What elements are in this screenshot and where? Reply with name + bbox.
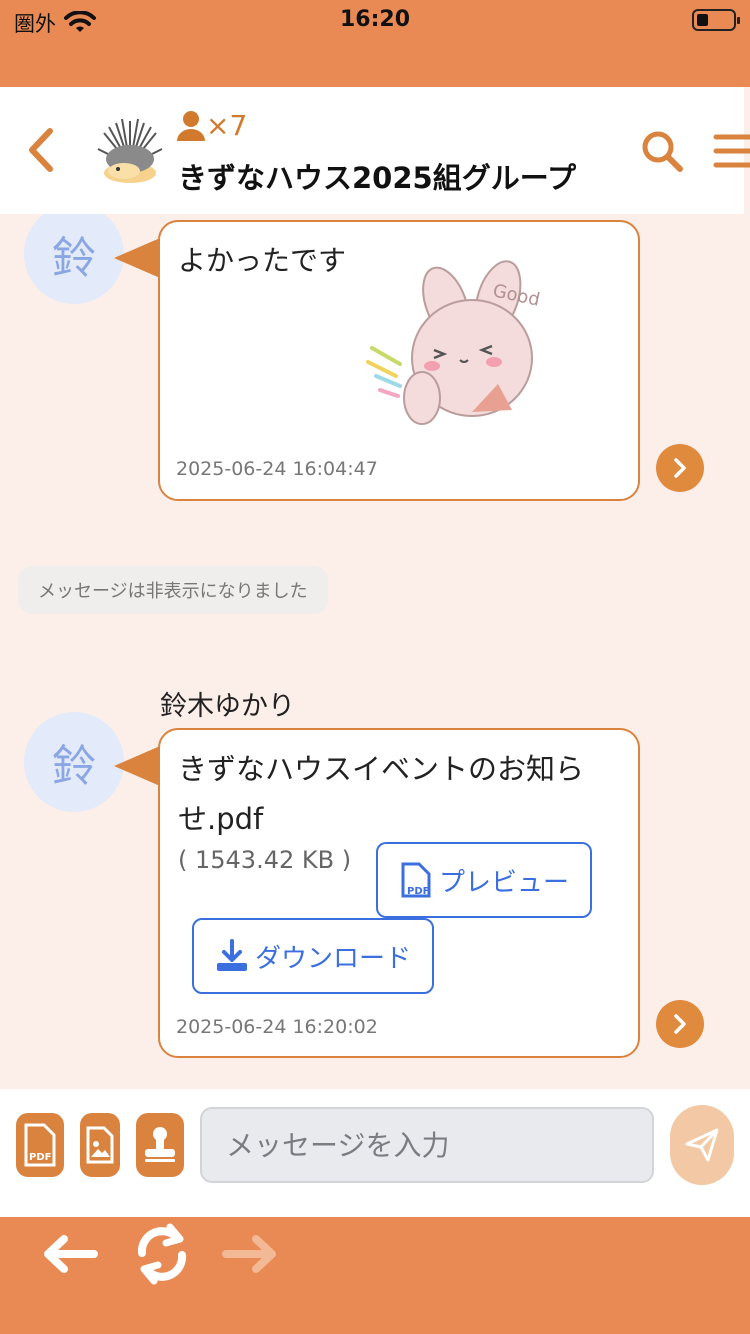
hidden-message-notice: メッセージは非表示になりました xyxy=(18,566,328,614)
file-size: ( 1543.42 KB ) xyxy=(178,846,352,874)
status-bar: 圏外 16:20 xyxy=(0,0,750,87)
chat-message-list[interactable]: 鈴 よかったです Good 2025-06-24 16:04:47 メッセージは… xyxy=(0,214,750,1089)
preview-button[interactable]: PDF プレビュー xyxy=(376,842,592,918)
bubble-tail xyxy=(114,746,160,786)
member-count: ×7 xyxy=(176,109,247,142)
image-file-icon xyxy=(86,1126,114,1164)
back-chevron-icon[interactable] xyxy=(22,125,62,175)
bubble-tail xyxy=(114,238,160,278)
svg-text:PDF: PDF xyxy=(407,886,429,897)
preview-label: プレビュー xyxy=(438,867,569,898)
person-icon xyxy=(177,110,205,141)
message-text: よかったです xyxy=(178,244,347,277)
message-timestamp: 2025-06-24 16:04:47 xyxy=(176,458,378,480)
pdf-label: PDF xyxy=(29,1152,51,1163)
file-name: きずなハウスイベントのお知らせ.pdf xyxy=(178,752,585,836)
search-icon[interactable] xyxy=(640,129,684,173)
stamp-button[interactable] xyxy=(136,1113,184,1177)
message-input-bar: PDF xyxy=(0,1089,750,1217)
attach-pdf-button[interactable]: PDF xyxy=(16,1113,64,1177)
clock: 16:20 xyxy=(339,7,411,32)
message-detail-button[interactable] xyxy=(656,1000,704,1048)
chat-header: ×7 きずなハウス2025組グループ xyxy=(0,87,750,214)
sender-name: 鈴木ゆかり xyxy=(160,691,295,722)
sender-avatar[interactable]: 鈴 xyxy=(24,712,124,812)
battery-icon xyxy=(692,9,740,31)
file-message-bubble[interactable]: きずなハウスイベントのお知らせ.pdf ( 1543.42 KB ) PDF プ… xyxy=(158,728,640,1058)
hamburger-menu-icon[interactable] xyxy=(712,131,750,171)
download-button[interactable]: ダウンロード xyxy=(192,918,434,994)
group-title: きずなハウス2025組グループ xyxy=(178,161,576,195)
download-label: ダウンロード xyxy=(254,943,411,974)
attach-image-button[interactable] xyxy=(80,1113,120,1177)
message-input[interactable] xyxy=(200,1107,654,1183)
stamp-icon xyxy=(145,1127,175,1162)
send-paper-plane-icon xyxy=(685,1128,719,1162)
message-detail-button[interactable] xyxy=(656,444,704,492)
chevron-right-icon xyxy=(674,458,686,478)
forward-arrow-icon[interactable] xyxy=(218,1229,282,1279)
chevron-right-icon xyxy=(674,1014,686,1034)
pdf-file-icon: PDF xyxy=(24,1123,56,1167)
member-count-label: ×7 xyxy=(206,109,248,142)
sticker-rabbit-good[interactable]: Good xyxy=(360,248,550,428)
pdf-file-icon: PDF xyxy=(401,862,431,898)
sender-avatar[interactable]: 鈴 xyxy=(24,214,124,304)
back-arrow-icon[interactable] xyxy=(38,1229,102,1279)
download-icon xyxy=(216,939,247,971)
group-avatar-hedgehog-icon[interactable] xyxy=(94,117,166,189)
message-timestamp: 2025-06-24 16:20:02 xyxy=(176,1016,378,1038)
reload-icon[interactable] xyxy=(130,1223,194,1285)
browser-nav-bar xyxy=(0,1217,750,1334)
send-button[interactable] xyxy=(670,1105,734,1185)
message-bubble[interactable]: よかったです Good 2025-06-24 16:04:47 xyxy=(158,220,640,501)
